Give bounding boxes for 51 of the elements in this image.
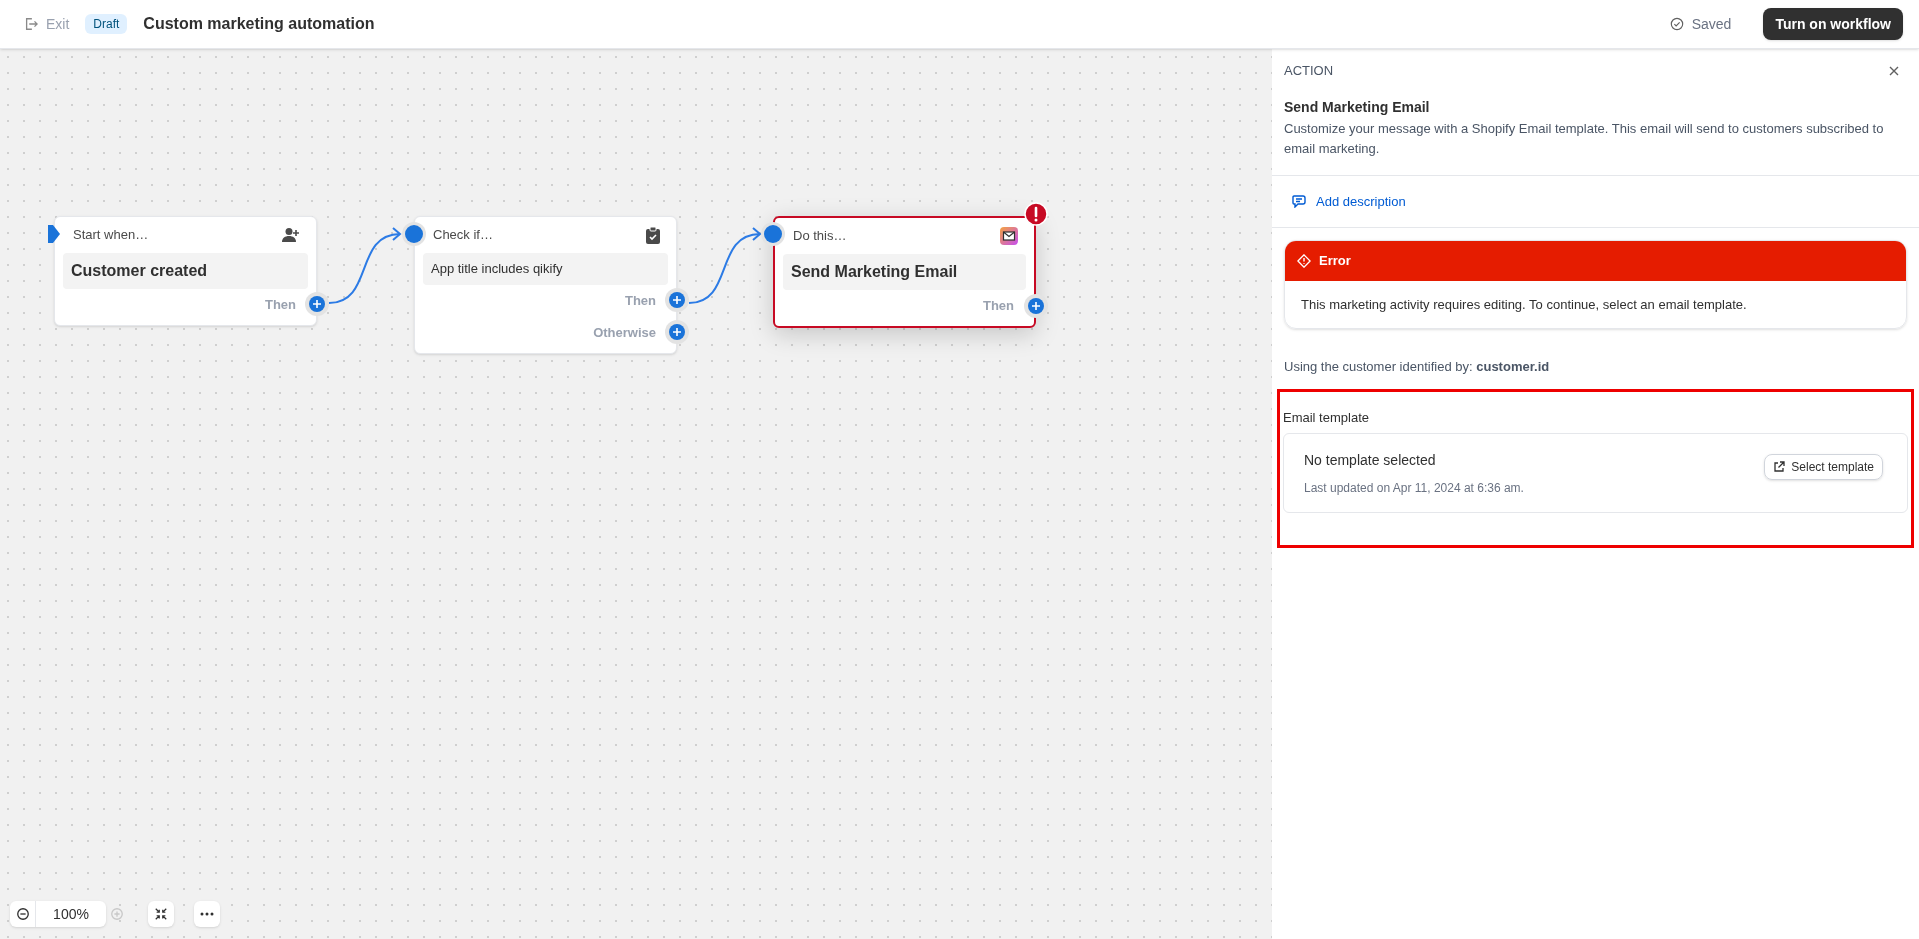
template-name: No template selected — [1304, 451, 1437, 470]
select-template-button[interactable]: Select template — [1764, 454, 1883, 480]
add-step-button[interactable] — [305, 292, 329, 316]
add-step-button[interactable] — [665, 319, 689, 344]
output-label: Then — [624, 291, 656, 310]
step-summary: Customer created — [63, 253, 308, 289]
panel-description: Customize your message with a Shopify Email template. This email will send to customers subscribed to email marketing. — [1284, 119, 1885, 158]
workflow-step-card[interactable]: Do this… Send Marketing Email Then — [773, 216, 1036, 328]
status-badge: Draft — [85, 14, 128, 34]
external-link-icon — [1773, 461, 1786, 473]
step-input-dot — [761, 222, 785, 246]
output-label: Then — [982, 297, 1014, 316]
output-label: Otherwise — [593, 323, 656, 342]
workflow-title: Custom marketing automation — [143, 14, 375, 34]
step-header: Do this… — [793, 227, 847, 246]
add-step-button[interactable] — [1024, 294, 1048, 318]
turn-on-workflow-button[interactable]: Turn on workflow — [1763, 8, 1903, 40]
saved-status: Saved — [1691, 15, 1732, 34]
collapse-arrows-icon — [154, 907, 168, 921]
clipboard-check-icon — [646, 226, 660, 244]
fit-view-button[interactable] — [148, 901, 174, 927]
step-summary: App title includes qikify — [423, 253, 668, 285]
step-input-dot — [402, 222, 426, 246]
error-alert-icon — [1024, 202, 1048, 226]
error-message: This marketing activity requires editing. To continue, select an email template. — [1300, 295, 1748, 314]
error-title: Error — [1319, 252, 1351, 270]
add-description-link[interactable]: Add description — [1292, 191, 1899, 211]
email-app-icon — [1000, 227, 1018, 245]
close-button[interactable] — [1889, 65, 1899, 76]
identifier-text: Using the customer identified by: customer.id — [1283, 358, 1551, 376]
check-circle-icon — [1669, 17, 1684, 31]
workflow-step-card[interactable]: Check if… App title includes qikify Then Otherwise — [414, 216, 677, 354]
exit-icon — [24, 17, 38, 31]
step-header: Start when… — [73, 226, 149, 245]
step-summary: Send Marketing Email — [783, 254, 1026, 290]
zoom-level: 100% — [52, 905, 90, 924]
workflow-step-card[interactable]: Start when… Customer created Then — [54, 216, 317, 326]
start-marker-icon — [48, 225, 60, 243]
output-label: Then — [264, 296, 296, 315]
add-person-icon — [282, 227, 300, 243]
add-step-button[interactable] — [665, 287, 689, 312]
minus-circle-icon — [15, 907, 30, 921]
panel-eyebrow: ACTION — [1284, 62, 1334, 80]
plus-circle-icon — [110, 907, 124, 921]
email-template-label: Email template — [1283, 408, 1370, 427]
comment-icon — [1292, 194, 1308, 209]
more-icon — [200, 912, 214, 916]
panel-title: Send Marketing Email — [1284, 97, 1431, 117]
step-header: Check if… — [433, 226, 493, 245]
warning-diamond-icon — [1297, 253, 1311, 268]
template-updated-text: Last updated on Apr 11, 2024 at 6:36 am. — [1304, 480, 1524, 496]
